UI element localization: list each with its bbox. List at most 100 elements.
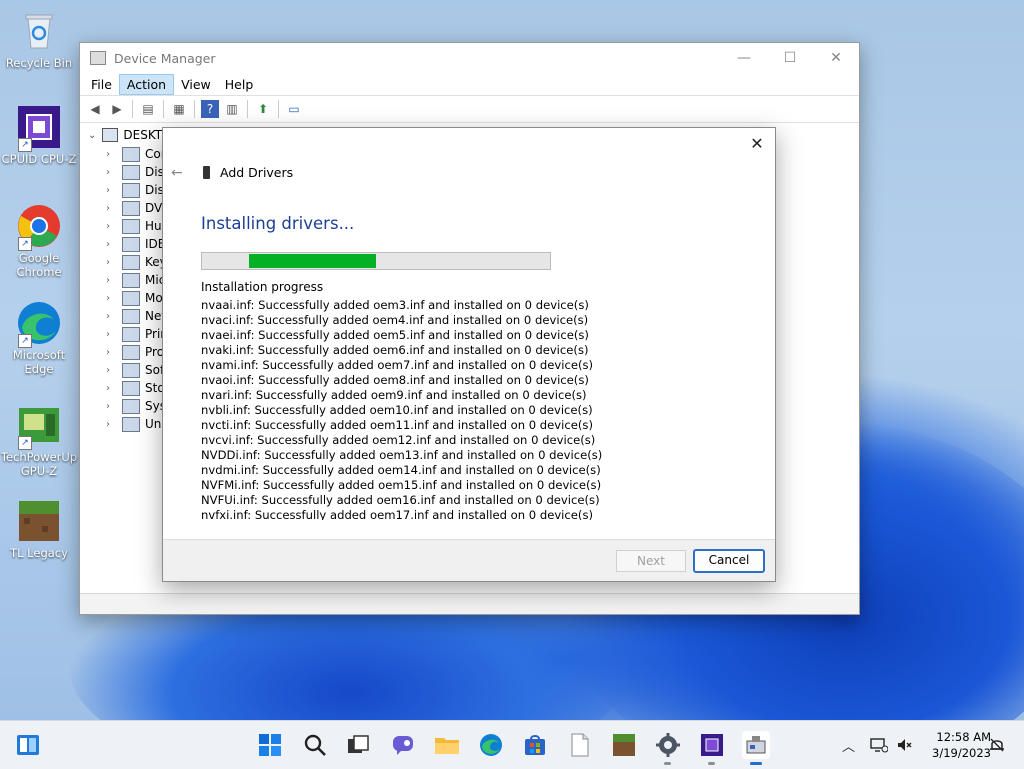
back-arrow-icon[interactable]: ◀ bbox=[86, 100, 104, 118]
edge-taskbar-button[interactable] bbox=[477, 731, 505, 759]
forward-arrow-icon[interactable]: ▶ bbox=[108, 100, 126, 118]
chevron-right-icon: › bbox=[106, 256, 110, 268]
shortcut-arrow-icon: ↗ bbox=[18, 436, 32, 450]
log-line: nvaoi.inf: Successfully added oem8.inf a… bbox=[201, 373, 589, 387]
desktop-icon-cpu-z[interactable]: ↗ CPUID CPU-Z bbox=[0, 104, 78, 166]
device-manager-taskbar-button[interactable] bbox=[742, 731, 770, 765]
tree-node[interactable]: › Soft bbox=[106, 361, 169, 379]
folder-icon bbox=[435, 738, 459, 754]
menu-view[interactable]: View bbox=[174, 75, 218, 94]
device-category-icon bbox=[122, 308, 140, 324]
cpu-z-taskbar-button[interactable] bbox=[698, 731, 726, 765]
settings-button[interactable] bbox=[654, 731, 682, 765]
start-button[interactable] bbox=[256, 731, 284, 759]
desktop-icon-edge[interactable]: ↗ Microsoft Edge bbox=[0, 300, 78, 376]
status-bar bbox=[80, 593, 859, 614]
log-line: nvfxi.inf: Successfully added oem17.inf … bbox=[201, 508, 594, 520]
shortcut-arrow-icon: ↗ bbox=[18, 237, 32, 251]
log-line: nvari.inf: Successfully added oem9.inf a… bbox=[201, 388, 587, 402]
tree-node[interactable]: › Mo bbox=[106, 289, 163, 307]
shortcut-arrow-icon: ↗ bbox=[18, 138, 32, 152]
volume-muted-icon[interactable] bbox=[896, 737, 912, 753]
store-button[interactable] bbox=[521, 731, 549, 759]
device-category-icon bbox=[122, 236, 140, 252]
toolbar-separator bbox=[163, 100, 164, 118]
tree-node[interactable]: › Uni bbox=[106, 415, 165, 433]
widgets-icon bbox=[17, 735, 39, 755]
help-icon[interactable]: ? bbox=[201, 100, 219, 118]
document-icon bbox=[571, 733, 589, 757]
device-category-icon bbox=[122, 254, 140, 270]
chevron-right-icon: › bbox=[106, 238, 110, 250]
minimize-button[interactable]: — bbox=[721, 43, 767, 73]
cancel-button[interactable]: Cancel bbox=[693, 549, 765, 573]
tree-node[interactable]: › Pro bbox=[106, 343, 164, 361]
dialog-back-button[interactable]: ← bbox=[171, 165, 183, 181]
edge-icon: ↗ bbox=[16, 300, 62, 348]
task-view-button[interactable] bbox=[344, 731, 372, 759]
search-icon bbox=[304, 734, 326, 756]
toolbar-separator bbox=[247, 100, 248, 118]
maximize-button[interactable]: ☐ bbox=[767, 43, 813, 73]
chat-button[interactable] bbox=[389, 731, 417, 759]
device-category-icon bbox=[122, 146, 140, 162]
tree-node[interactable]: › Prir bbox=[106, 325, 165, 343]
menu-help[interactable]: Help bbox=[218, 75, 261, 94]
dialog-heading: Installing drivers... bbox=[201, 214, 355, 233]
add-drivers-dialog: ✕ ← Add Drivers Installing drivers... In… bbox=[162, 127, 776, 582]
tree-root[interactable]: ⌄ DESKTO bbox=[88, 128, 172, 142]
clock[interactable]: 12:58 AM 3/19/2023 bbox=[921, 729, 991, 761]
chevron-right-icon: › bbox=[106, 292, 110, 304]
desktop-icon-tl-legacy[interactable]: TL Legacy bbox=[0, 498, 78, 560]
installation-log: nvaai.inf: Successfully added oem3.inf a… bbox=[201, 298, 621, 520]
show-hide-tree-icon[interactable]: ▤ bbox=[139, 100, 157, 118]
dialog-close-button[interactable]: ✕ bbox=[747, 134, 767, 154]
file-explorer-button[interactable] bbox=[433, 731, 461, 759]
clock-time: 12:58 AM bbox=[936, 730, 991, 744]
log-line: nvcvi.inf: Successfully added oem12.inf … bbox=[201, 433, 596, 447]
update-driver-icon[interactable]: ⬆ bbox=[254, 100, 272, 118]
menu-action[interactable]: Action bbox=[118, 73, 175, 95]
chevron-right-icon: › bbox=[106, 220, 110, 232]
chevron-right-icon: › bbox=[106, 346, 110, 358]
scan-hardware-icon[interactable]: ▭ bbox=[285, 100, 303, 118]
log-line: nvami.inf: Successfully added oem7.inf a… bbox=[201, 358, 594, 372]
menu-file[interactable]: File bbox=[84, 75, 119, 94]
desktop-icon-recycle-bin[interactable]: Recycle Bin bbox=[0, 8, 78, 70]
tree-node[interactable]: › Syst bbox=[106, 397, 171, 415]
chevron-up-icon[interactable]: ︿ bbox=[842, 736, 858, 755]
progress-label: Installation progress bbox=[201, 280, 324, 294]
chevron-right-icon: › bbox=[106, 328, 110, 340]
close-button[interactable]: ✕ bbox=[813, 43, 859, 73]
log-line: nvbli.inf: Successfully added oem10.inf … bbox=[201, 403, 593, 417]
device-category-icon bbox=[122, 398, 140, 414]
view-icon[interactable]: ▥ bbox=[223, 100, 241, 118]
search-button[interactable] bbox=[301, 731, 329, 759]
running-indicator bbox=[708, 762, 715, 765]
desktop-icon-chrome[interactable]: ↗ Google Chrome bbox=[0, 203, 78, 279]
tree-node[interactable]: › Key bbox=[106, 253, 167, 271]
tree-node[interactable]: › Stor bbox=[106, 379, 170, 397]
notification-bell-icon[interactable] bbox=[988, 736, 1006, 754]
tree-node[interactable]: › Net bbox=[106, 307, 166, 325]
toolbar: ◀ ▶ ▤ ▦ ? ▥ ⬆ ▭ bbox=[80, 95, 859, 123]
tree-node[interactable]: › Cor bbox=[106, 145, 166, 163]
tl-legacy-taskbar-button[interactable] bbox=[610, 731, 638, 759]
device-category-icon bbox=[122, 326, 140, 342]
properties-icon[interactable]: ▦ bbox=[170, 100, 188, 118]
device-category-icon bbox=[122, 200, 140, 216]
network-icon[interactable] bbox=[870, 737, 888, 753]
tree-node[interactable]: › Hur bbox=[106, 217, 167, 235]
desktop-icon-gpu-z[interactable]: ↗ TechPowerUp GPU-Z bbox=[0, 402, 78, 478]
notepad-button[interactable] bbox=[566, 731, 594, 759]
clock-date: 3/19/2023 bbox=[932, 746, 991, 760]
widgets-button[interactable] bbox=[14, 731, 42, 759]
tree-node[interactable]: › IDE bbox=[106, 235, 165, 253]
chevron-right-icon: › bbox=[106, 418, 110, 430]
desktop-icon-label: Microsoft Edge bbox=[12, 348, 66, 376]
next-button[interactable]: Next bbox=[616, 550, 686, 572]
window-controls: — ☐ ✕ bbox=[721, 43, 859, 73]
tree-node[interactable]: › Mic bbox=[106, 271, 165, 289]
log-line: nvaki.inf: Successfully added oem6.inf a… bbox=[201, 343, 589, 357]
menu-bar: File Action View Help bbox=[80, 73, 859, 95]
